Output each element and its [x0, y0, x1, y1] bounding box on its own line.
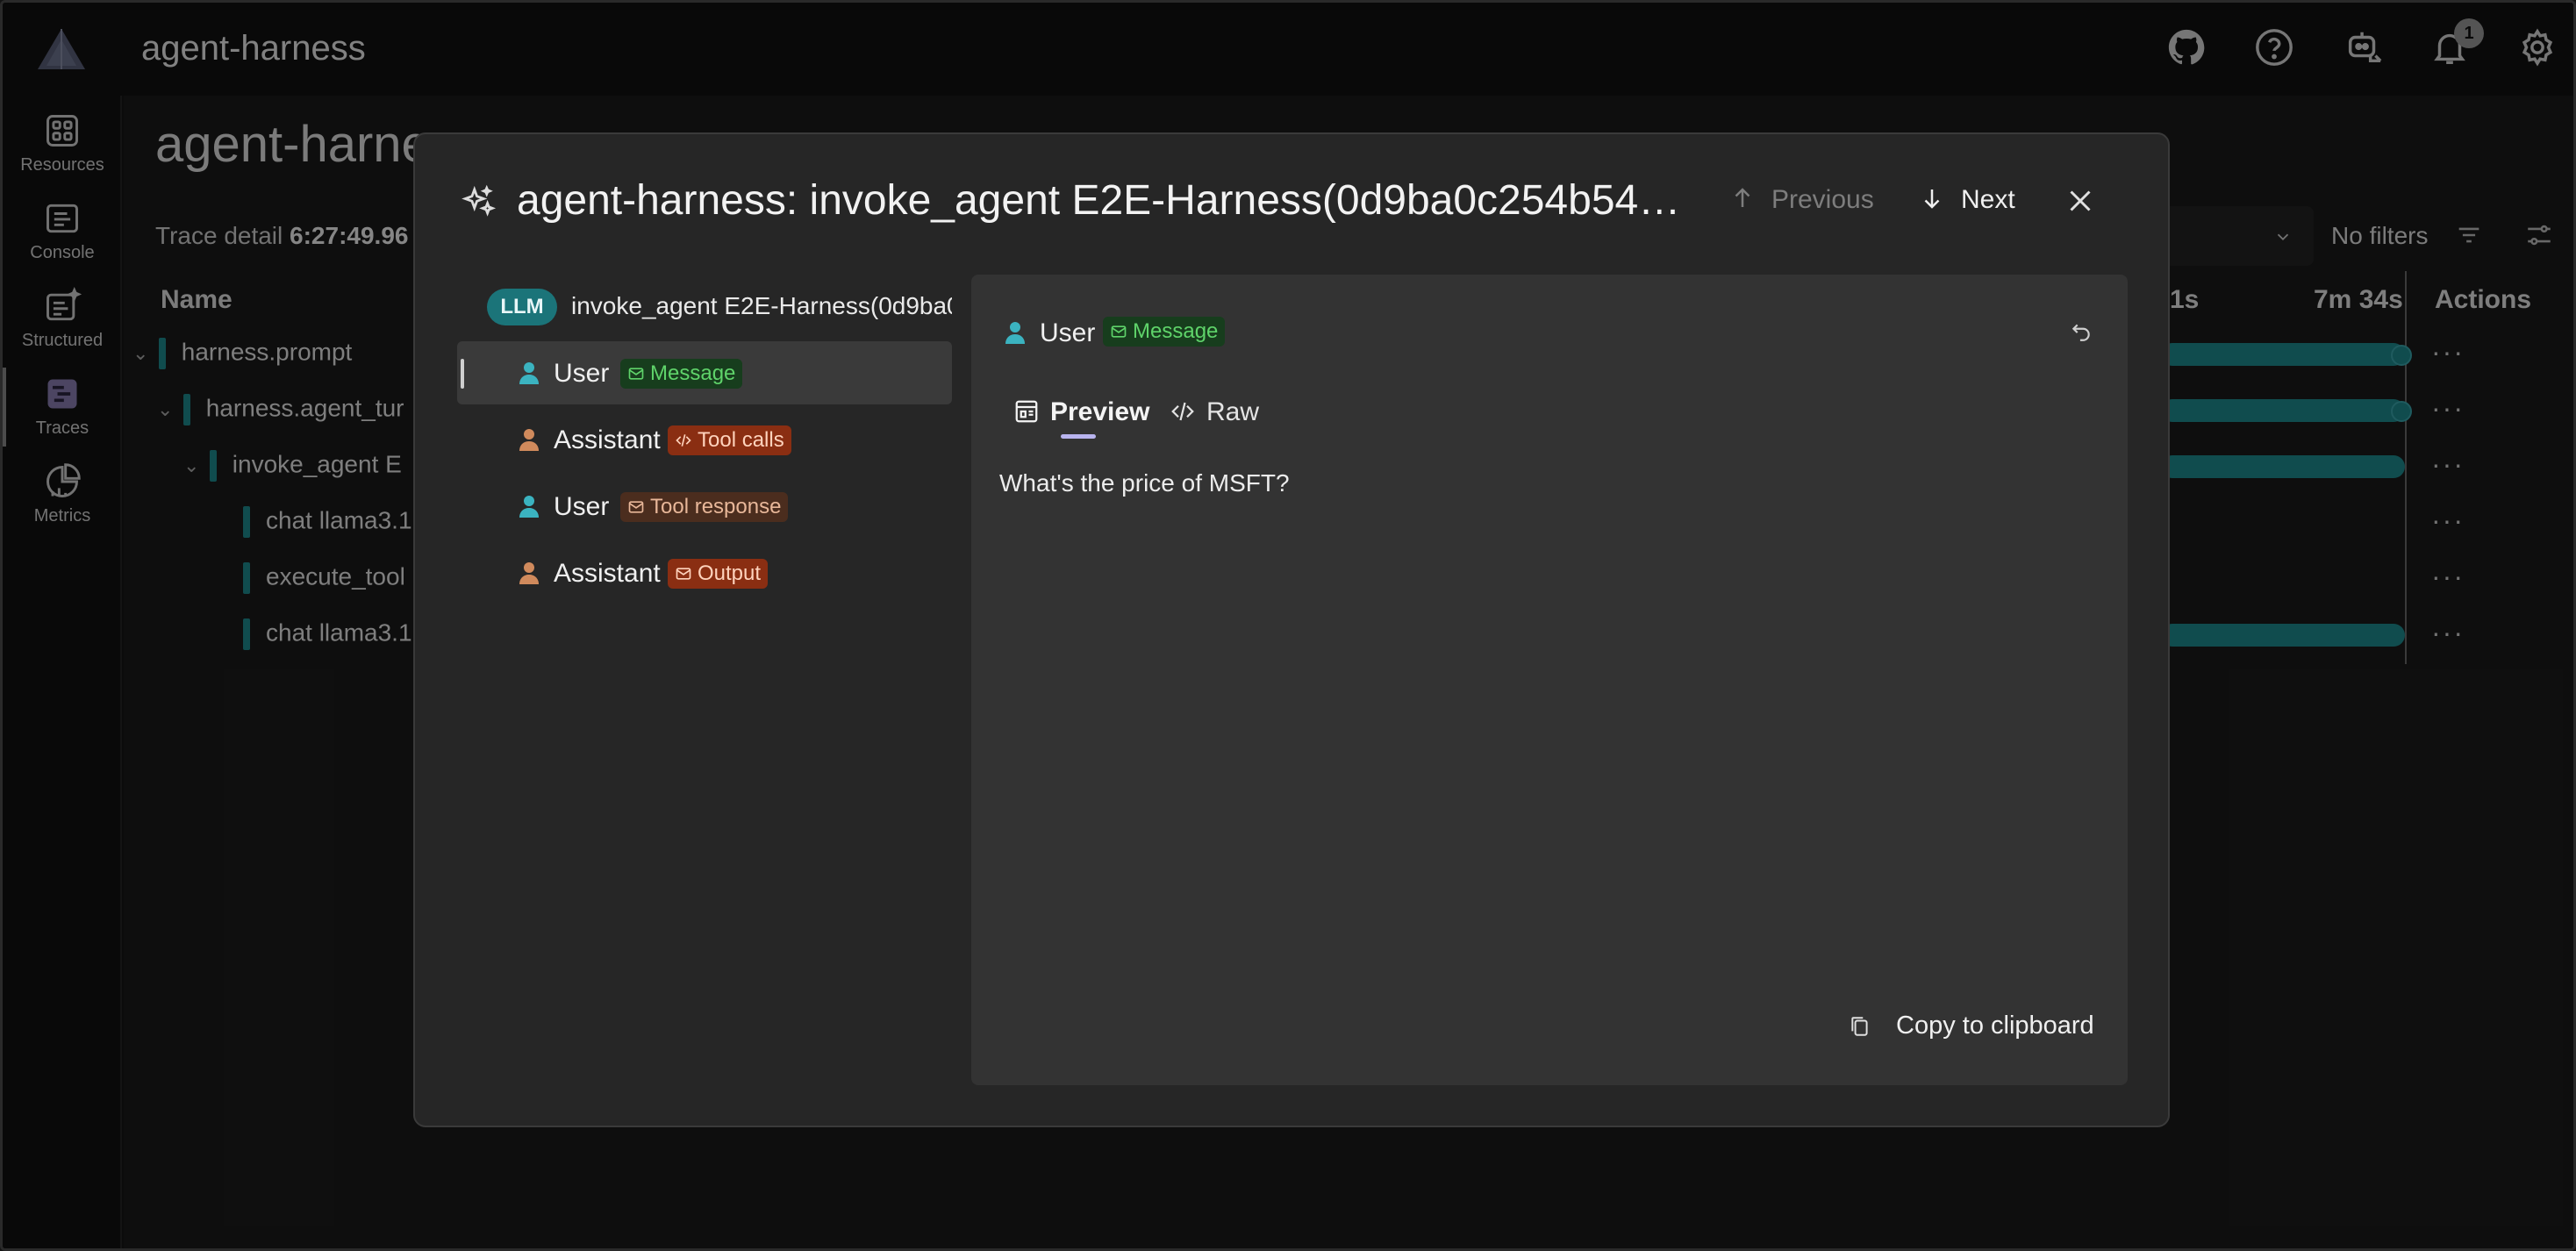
undo-icon[interactable] — [2070, 320, 2093, 343]
tab-preview[interactable]: Preview — [1013, 397, 1149, 427]
previous-button[interactable]: Previous — [1729, 185, 1874, 215]
app-window: agent-harness 1 Resources Console Struct… — [0, 0, 2576, 1251]
message-type-tag: Tool response — [620, 492, 789, 522]
tab-label: Preview — [1050, 397, 1150, 426]
message-type-tag: Output — [668, 559, 769, 589]
message-role: Assistant — [554, 559, 661, 588]
tag-label: Message — [650, 361, 736, 385]
user-person-icon — [519, 362, 539, 384]
user-person-icon — [1005, 322, 1025, 344]
message-item[interactable]: User Tool response — [457, 475, 952, 538]
detail-type-tag: Message — [1103, 317, 1226, 347]
span-name: invoke_agent E2E-Harness(0d9ba0 — [571, 292, 952, 319]
copy-label: Copy to clipboard — [1896, 1012, 2094, 1040]
tab-label: Raw — [1206, 397, 1260, 426]
tag-label: Message — [1133, 319, 1219, 343]
code-icon — [1171, 402, 1194, 421]
message-role: Assistant — [554, 425, 661, 454]
tab-raw[interactable]: Raw — [1170, 397, 1259, 427]
message-content: What's the price of MSFT? — [999, 469, 1290, 497]
message-type-tag: Tool calls — [668, 425, 791, 455]
envelope-icon — [1111, 325, 1127, 338]
close-icon[interactable] — [2064, 185, 2096, 217]
active-tab-indicator — [1061, 434, 1096, 439]
tag-label: Tool response — [650, 495, 782, 518]
arrow-down-icon — [1924, 189, 1940, 209]
sparkle-icon — [462, 184, 497, 217]
message-item[interactable]: User Message — [457, 341, 952, 404]
selection-indicator — [461, 359, 464, 389]
code-icon — [676, 434, 691, 447]
arrow-up-icon — [1735, 188, 1750, 207]
preview-icon — [1015, 400, 1038, 423]
copy-to-clipboard-button[interactable]: Copy to clipboard — [1849, 1012, 2094, 1040]
envelope-icon — [628, 368, 644, 380]
envelope-icon — [676, 568, 691, 580]
message-item[interactable]: Assistant Tool calls — [457, 408, 952, 471]
copy-icon — [1851, 1017, 1868, 1036]
user-person-icon — [519, 496, 539, 518]
detail-role: User — [1040, 318, 1096, 347]
assistant-person-icon — [519, 562, 539, 584]
message-role: User — [554, 492, 610, 521]
next-label: Next — [1961, 185, 2015, 214]
previous-label: Previous — [1771, 185, 1874, 214]
dialog-title: agent-harness: invoke_agent E2E-Harness(… — [517, 177, 1681, 224]
assistant-person-icon — [519, 429, 539, 451]
message-role: User — [554, 359, 610, 388]
tag-label: Tool calls — [698, 428, 784, 452]
message-item[interactable]: Assistant Output — [457, 541, 952, 604]
message-detail-panel — [971, 275, 2128, 1085]
next-button[interactable]: Next — [1919, 185, 2015, 215]
envelope-icon — [628, 501, 644, 513]
tag-label: Output — [698, 561, 762, 585]
message-type-tag: Message — [620, 359, 743, 389]
span-type-badge: LLM — [487, 289, 557, 325]
